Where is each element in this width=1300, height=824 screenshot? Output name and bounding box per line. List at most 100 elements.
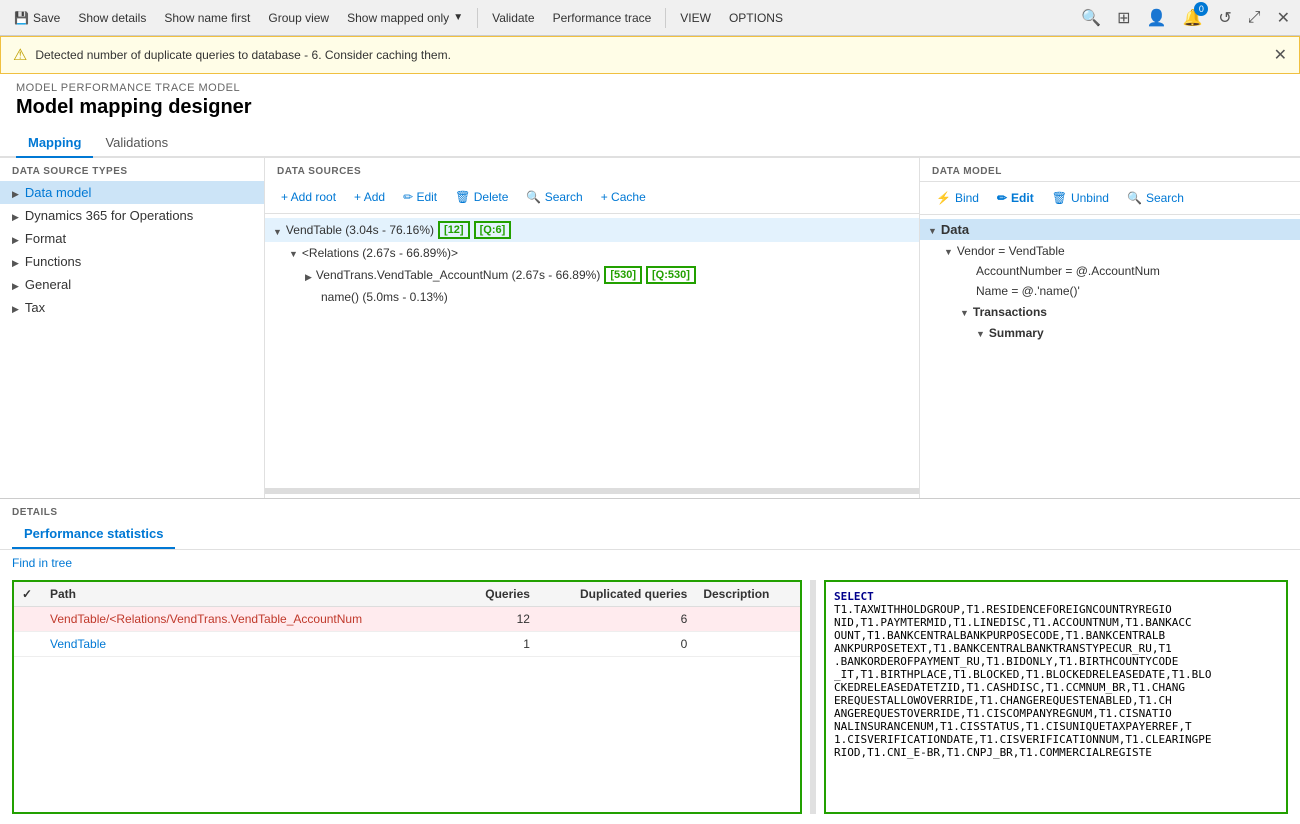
rt-item-summary[interactable]: Summary	[920, 322, 1300, 343]
show-details-button[interactable]: Show details	[70, 7, 154, 29]
details-section: DETAILS Performance statistics Find in t…	[0, 498, 1300, 818]
validate-button[interactable]: Validate	[484, 7, 542, 29]
table-row[interactable]: VendTable/<Relations/VendTrans.VendTable…	[14, 607, 800, 632]
alert-banner: ⚠ Detected number of duplicate queries t…	[0, 36, 1300, 74]
maximize-icon-button[interactable]: ⤢	[1244, 5, 1265, 31]
td-path-2[interactable]: VendTable	[42, 632, 461, 657]
search-button[interactable]: 🔍 Search	[518, 187, 590, 207]
chevron-down-icon: ▼	[453, 12, 463, 23]
th-queries: Queries	[461, 582, 538, 607]
tab-validations[interactable]: Validations	[93, 129, 180, 158]
user-icon-button[interactable]: 👤	[1143, 4, 1171, 32]
ds-type-data-model[interactable]: Data model	[0, 181, 264, 204]
ds-type-tax[interactable]: Tax	[0, 296, 264, 319]
show-mapped-only-button[interactable]: Show mapped only ▼	[339, 7, 471, 29]
search-model-icon: 🔍	[1127, 191, 1142, 205]
th-description: Description	[695, 582, 800, 607]
ds-item-vendtable[interactable]: VendTable (3.04s - 76.16%) [12] [Q:6]	[265, 218, 919, 242]
rt-item-accountnumber[interactable]: AccountNumber = @.AccountNum	[920, 261, 1300, 281]
rt-item-name[interactable]: Name = @.'name()'	[920, 281, 1300, 301]
data-sources-tree: VendTable (3.04s - 76.16%) [12] [Q:6] <R…	[265, 214, 919, 484]
model-label: MODEL PERFORMANCE TRACE MODEL	[16, 82, 1284, 94]
page-title: Model mapping designer	[16, 96, 1284, 119]
delete-button[interactable]: 🗑 Delete	[447, 187, 516, 207]
toolbar-separator	[477, 8, 478, 28]
ds-type-dynamics365[interactable]: Dynamics 365 for Operations	[0, 204, 264, 227]
td-check-1	[14, 607, 42, 632]
page-header: MODEL PERFORMANCE TRACE MODEL Model mapp…	[0, 74, 1300, 123]
expand-icon	[12, 300, 19, 315]
data-sources-header: DATA SOURCES	[265, 158, 919, 181]
ds-type-functions[interactable]: Functions	[0, 250, 264, 273]
find-in-tree-link[interactable]: Find in tree	[0, 550, 1300, 576]
expand-icon-data	[928, 222, 937, 237]
rt-item-data[interactable]: Data	[920, 219, 1300, 240]
performance-trace-button[interactable]: Performance trace	[545, 7, 660, 29]
alert-message: Detected number of duplicate queries to …	[35, 48, 1265, 62]
expand-icon-vendtrans	[305, 268, 312, 283]
search-model-button[interactable]: 🔍 Search	[1119, 188, 1192, 208]
data-model-header: DATA MODEL	[920, 158, 1300, 182]
view-button[interactable]: VIEW	[672, 7, 719, 29]
sql-panel[interactable]: SELECT T1.TAXWITHHOLDGROUP,T1.RESIDENCEF…	[824, 580, 1288, 814]
alert-close-button[interactable]: ✕	[1274, 45, 1287, 65]
search-toolbar-button[interactable]: 🔍	[1077, 4, 1105, 32]
apps-icon-button[interactable]: ⊞	[1113, 4, 1134, 32]
th-check: ✓	[14, 582, 42, 607]
expand-icon-vendor	[944, 243, 953, 258]
tab-mapping[interactable]: Mapping	[16, 129, 93, 158]
notification-icon-button[interactable]: 🔔0	[1178, 4, 1206, 32]
group-view-button[interactable]: Group view	[260, 7, 337, 29]
unbind-icon: 🗑	[1052, 191, 1067, 205]
unbind-button[interactable]: 🗑 Unbind	[1044, 188, 1117, 208]
expand-icon	[12, 277, 19, 292]
expand-icon-transactions	[960, 304, 969, 319]
close-icon-button[interactable]: ✕	[1273, 4, 1294, 32]
ds-item-relations[interactable]: <Relations (2.67s - 66.89%)>	[265, 242, 919, 263]
badge-q530: [Q:530]	[646, 266, 696, 284]
add-button[interactable]: + Add	[346, 187, 393, 207]
details-tab-performance[interactable]: Performance statistics	[12, 522, 175, 549]
drag-handle-h[interactable]	[810, 580, 816, 814]
rt-item-transactions[interactable]: Transactions	[920, 301, 1300, 322]
alert-icon: ⚠	[13, 45, 27, 65]
bind-button[interactable]: ⚡ Bind	[928, 188, 987, 208]
save-button[interactable]: 💾 Save	[6, 7, 68, 29]
bind-icon: ⚡	[936, 191, 951, 205]
ds-type-format[interactable]: Format	[0, 227, 264, 250]
data-sources-panel: DATA SOURCES + Add root + Add ✏ Edit 🗑 D…	[265, 158, 920, 498]
badge-12: [12]	[438, 221, 470, 239]
td-queries-2: 1	[461, 632, 538, 657]
edit-button[interactable]: ✏ Edit	[395, 187, 445, 207]
ds-item-vendtrans[interactable]: VendTrans.VendTable_AccountNum (2.67s - …	[265, 263, 919, 287]
toolbar-separator-2	[665, 8, 666, 28]
mapping-tabs: Mapping Validations	[0, 129, 1300, 158]
td-queries-1: 12	[461, 607, 538, 632]
expand-icon-relations	[289, 245, 298, 260]
performance-table: ✓ Path Queries Duplicated queries Descri…	[14, 582, 800, 657]
table-row[interactable]: VendTable 1 0	[14, 632, 800, 657]
save-icon: 💾	[14, 11, 29, 25]
rt-item-vendor[interactable]: Vendor = VendTable	[920, 240, 1300, 261]
data-source-types-header: DATA SOURCE TYPES	[0, 158, 264, 181]
td-path-1[interactable]: VendTable/<Relations/VendTrans.VendTable…	[42, 607, 461, 632]
ds-type-general[interactable]: General	[0, 273, 264, 296]
expand-icon	[12, 208, 19, 223]
cache-button[interactable]: + Cache	[593, 187, 654, 207]
data-source-types-panel: DATA SOURCE TYPES Data model Dynamics 36…	[0, 158, 265, 498]
data-sources-toolbar: + Add root + Add ✏ Edit 🗑 Delete 🔍 Searc…	[265, 181, 919, 214]
ds-item-name[interactable]: name() (5.0ms - 0.13%)	[265, 287, 919, 307]
badge-530: [530]	[604, 266, 642, 284]
add-root-button[interactable]: + Add root	[273, 187, 344, 207]
refresh-icon-button[interactable]: ↺	[1214, 4, 1235, 32]
details-header: DETAILS	[0, 499, 1300, 522]
expand-icon-summary	[976, 325, 985, 340]
td-check-2	[14, 632, 42, 657]
data-model-toolbar: ⚡ Bind ✏ Edit 🗑 Unbind 🔍 Search	[920, 182, 1300, 215]
options-button[interactable]: OPTIONS	[721, 7, 791, 29]
data-model-panel: DATA MODEL ⚡ Bind ✏ Edit 🗑 Unbind 🔍 Sear…	[920, 158, 1300, 498]
show-name-first-button[interactable]: Show name first	[156, 7, 258, 29]
expand-icon	[12, 254, 19, 269]
drag-handle-v[interactable]	[265, 488, 919, 494]
edit-model-button[interactable]: ✏ Edit	[989, 188, 1042, 208]
